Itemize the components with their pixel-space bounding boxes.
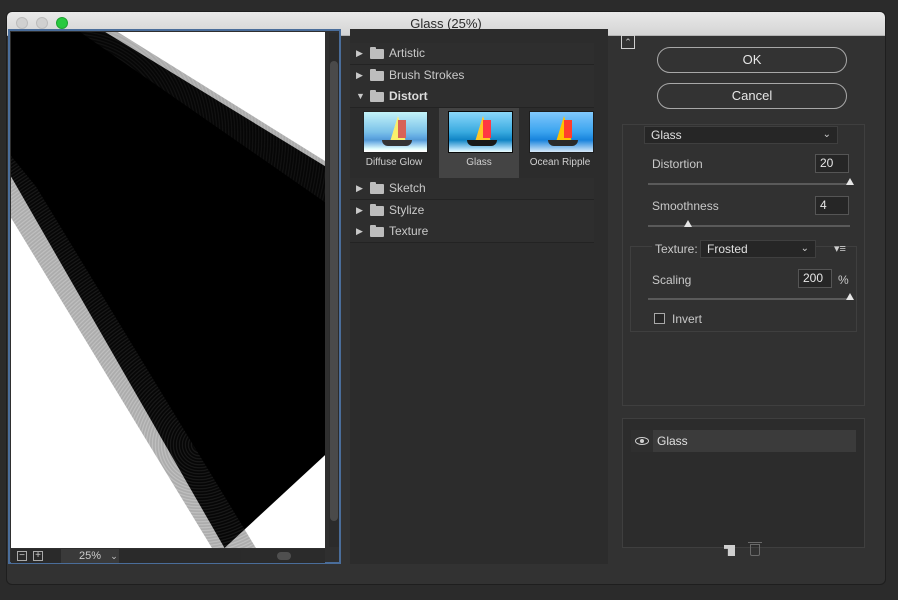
expand-arrow-icon: ▶ (356, 183, 363, 193)
folder-icon (370, 225, 384, 237)
category-label: Stylize (389, 203, 425, 217)
category-distort[interactable]: ▼ Distort (350, 86, 594, 108)
category-label: Distort (389, 89, 428, 103)
smoothness-label: Smoothness (652, 199, 719, 213)
effect-layers-panel: Glass (622, 418, 865, 548)
invert-checkbox[interactable] (654, 313, 665, 324)
layer-visibility-toggle[interactable] (631, 430, 653, 452)
distortion-slider[interactable] (648, 183, 850, 185)
distortion-input[interactable]: 20 (815, 154, 849, 173)
texture-menu-icon[interactable]: ▾≡ (834, 242, 846, 255)
distort-filter-thumbnails: Diffuse Glow Glass Ocean Ripple (350, 108, 594, 178)
expand-arrow-icon: ▶ (356, 48, 363, 58)
distortion-slider-thumb[interactable] (846, 178, 854, 185)
folder-icon (370, 204, 384, 216)
preview-pane[interactable]: − + 25% ⌄ (8, 29, 341, 564)
cancel-button[interactable]: Cancel (657, 83, 847, 109)
distortion-label: Distortion (652, 157, 703, 171)
texture-label: Texture: (652, 242, 701, 256)
preview-vertical-scroll-thumb[interactable] (330, 61, 338, 521)
preview-vertical-scrollbar[interactable] (329, 33, 339, 547)
category-sketch[interactable]: ▶ Sketch (350, 178, 594, 200)
zoom-in-button[interactable]: + (33, 551, 43, 561)
scaling-input[interactable]: 200 (798, 269, 832, 288)
expand-arrow-icon: ▶ (356, 70, 363, 80)
category-stylize[interactable]: ▶ Stylize (350, 200, 594, 222)
scaling-slider-thumb[interactable] (846, 293, 854, 300)
folder-icon (370, 90, 384, 102)
texture-select[interactable]: Frosted ⌄ (700, 240, 816, 258)
category-label: Sketch (389, 181, 426, 195)
chevron-down-icon: ⌄ (800, 243, 809, 254)
filter-thumb-ocean-ripple[interactable]: Ocean Ripple (520, 108, 600, 178)
folder-icon (370, 69, 384, 81)
category-label: Texture (389, 224, 429, 238)
filter-thumb-label: Glass (466, 157, 492, 168)
smoothness-slider-thumb[interactable] (684, 220, 693, 227)
category-label: Artistic (389, 46, 425, 60)
filter-select-value: Glass (651, 128, 682, 142)
ok-button[interactable]: OK (657, 47, 847, 73)
folder-icon (370, 47, 384, 59)
trash-icon[interactable] (748, 542, 762, 556)
filter-thumb-glass[interactable]: Glass (439, 108, 519, 178)
smoothness-input[interactable]: 4 (815, 196, 849, 215)
filter-thumb-diffuse-glow[interactable]: Diffuse Glow (354, 108, 434, 178)
scaling-label: Scaling (652, 273, 692, 287)
category-brush-strokes[interactable]: ▶ Brush Strokes (350, 65, 594, 87)
filter-gallery: ▶ Artistic ▶ Brush Strokes ▼ Distort Dif… (350, 29, 608, 564)
category-artistic[interactable]: ▶ Artistic (350, 43, 594, 65)
collapse-arrow-icon: ▼ (356, 91, 365, 101)
filter-thumb-image (448, 111, 513, 153)
effect-layer-glass[interactable]: Glass (631, 430, 856, 452)
filter-thumb-label: Diffuse Glow (365, 157, 423, 168)
smoothness-slider[interactable] (648, 225, 850, 227)
collapse-gallery-icon[interactable]: ⌃ (621, 35, 635, 49)
preview-image[interactable] (11, 32, 325, 548)
expand-arrow-icon: ▶ (356, 226, 363, 236)
scaling-slider[interactable] (648, 298, 850, 300)
preview-horizontal-scroll-thumb[interactable] (277, 552, 291, 560)
eye-icon (635, 437, 649, 445)
texture-select-value: Frosted (707, 242, 748, 256)
preview-horizontal-scrollbar[interactable] (241, 550, 325, 562)
filter-thumb-image (363, 111, 428, 153)
category-texture[interactable]: ▶ Texture (350, 221, 594, 243)
layer-name: Glass (657, 434, 688, 448)
filter-thumb-image (529, 111, 594, 153)
filter-select[interactable]: Glass ⌄ (644, 126, 838, 144)
filter-thumb-label: Ocean Ripple (529, 157, 591, 168)
scaling-unit: % (838, 273, 849, 287)
category-label: Brush Strokes (389, 68, 465, 82)
chevron-down-icon: ⌄ (822, 129, 831, 140)
zoom-out-button[interactable]: − (17, 551, 27, 561)
chevron-down-icon[interactable]: ⌄ (107, 549, 121, 563)
invert-label: Invert (672, 312, 703, 326)
expand-arrow-icon: ▶ (356, 205, 363, 215)
folder-icon (370, 182, 384, 194)
